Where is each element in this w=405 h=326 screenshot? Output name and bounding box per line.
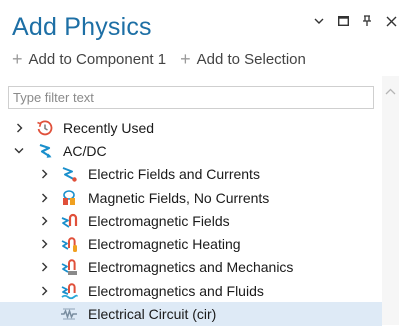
electromagnetic-fields-icon xyxy=(61,213,78,228)
chevron-right-icon[interactable] xyxy=(39,193,49,203)
tree-node-label: Magnetic Fields, No Currents xyxy=(88,189,270,206)
chevron-up-icon[interactable] xyxy=(385,82,396,100)
tree-node-acdc[interactable]: AC/DC xyxy=(0,139,382,162)
tree-node-label: AC/DC xyxy=(63,142,107,159)
tree-node-label: Electromagnetic Fields xyxy=(88,212,230,229)
chevron-right-icon[interactable] xyxy=(39,262,49,272)
tree-node-label: Electromagnetics and Mechanics xyxy=(88,259,294,276)
add-to-component-label: Add to Component 1 xyxy=(28,50,167,68)
acdc-icon xyxy=(39,143,52,158)
tree-node-label: Electrical Circuit (cir) xyxy=(88,306,217,323)
recently-used-icon xyxy=(37,120,53,135)
plus-icon: + xyxy=(12,49,23,69)
chevron-right-icon[interactable] xyxy=(39,216,49,226)
scrollbar[interactable] xyxy=(382,76,399,325)
electromagnetics-fluids-icon xyxy=(61,282,78,299)
filter-input[interactable] xyxy=(8,86,374,109)
tree-node-recently-used[interactable]: Recently Used xyxy=(0,116,382,139)
tree-node-label: Electric Fields and Currents xyxy=(88,166,260,183)
chevron-right-icon[interactable] xyxy=(39,239,49,249)
action-bar: + Add to Component 1 + Add to Selection xyxy=(12,50,306,68)
chevron-down-icon[interactable] xyxy=(313,14,325,28)
pin-icon[interactable] xyxy=(361,14,373,28)
window-controls xyxy=(313,14,397,28)
electromagnetics-mechanics-icon xyxy=(61,259,77,276)
tree-node-label: Electromagnetics and Fluids xyxy=(88,282,264,299)
add-to-component-button[interactable]: + Add to Component 1 xyxy=(12,50,166,68)
tree-node-magnetic-fields-no-currents[interactable]: Magnetic Fields, No Currents xyxy=(0,186,382,209)
close-icon[interactable] xyxy=(385,14,397,28)
chevron-down-icon[interactable] xyxy=(14,146,24,156)
tree-node-electrical-circuit[interactable]: Electrical Circuit (cir) xyxy=(0,302,382,326)
plus-icon: + xyxy=(180,49,191,69)
electromagnetic-heating-icon xyxy=(61,237,77,253)
tree-node-electromagnetic-heating[interactable]: Electromagnetic Heating xyxy=(0,232,382,255)
panel-header: Add Physics + Add to Component 1 + Add t… xyxy=(0,0,405,80)
maximize-icon[interactable] xyxy=(337,14,349,28)
add-to-selection-label: Add to Selection xyxy=(196,50,306,68)
add-to-selection-button[interactable]: + Add to Selection xyxy=(180,50,306,68)
magnetic-fields-icon xyxy=(63,189,75,205)
tree-node-electromagnetics-and-mechanics[interactable]: Electromagnetics and Mechanics xyxy=(0,256,382,279)
physics-tree: Recently Used AC/DC Electric Fields and … xyxy=(0,116,382,326)
panel-title: Add Physics xyxy=(12,13,152,41)
tree-node-electromagnetic-fields[interactable]: Electromagnetic Fields xyxy=(0,209,382,232)
tree-node-electromagnetics-and-fluids[interactable]: Electromagnetics and Fluids xyxy=(0,279,382,302)
tree-node-label: Recently Used xyxy=(63,119,155,136)
tree-node-electric-fields-and-currents[interactable]: Electric Fields and Currents xyxy=(0,163,382,186)
chevron-right-icon[interactable] xyxy=(39,286,49,296)
chevron-right-icon[interactable] xyxy=(39,169,49,179)
chevron-right-icon[interactable] xyxy=(14,123,24,133)
electric-fields-icon xyxy=(62,167,77,182)
electrical-circuit-icon xyxy=(61,308,77,320)
tree-node-label: Electromagnetic Heating xyxy=(88,236,241,253)
